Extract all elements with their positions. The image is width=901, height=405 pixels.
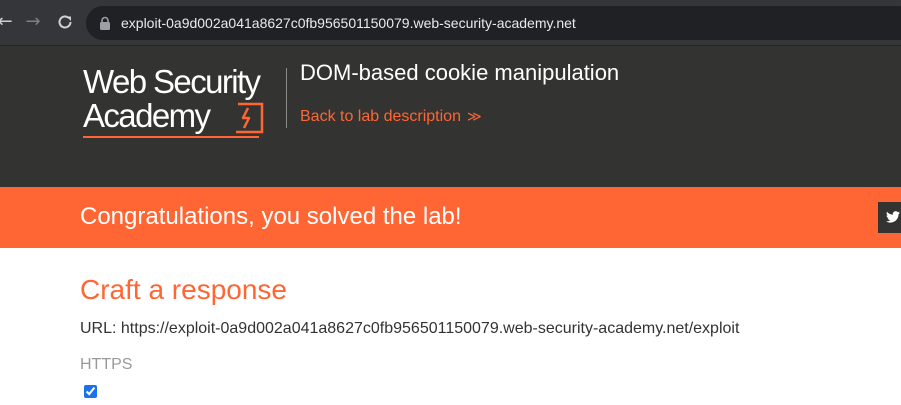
- lab-title: DOM-based cookie manipulation: [300, 60, 620, 85]
- https-checkbox[interactable]: [84, 385, 97, 398]
- solved-message: Congratulations, you solved the lab!: [80, 203, 462, 230]
- address-bar[interactable]: exploit-0a9d002a041a8627c0fb956501150079…: [86, 6, 901, 40]
- back-arrow-icon[interactable]: ←: [0, 11, 16, 33]
- header-divider: [286, 68, 287, 128]
- logo-text-line1: Web Security: [83, 63, 261, 100]
- web-security-academy-logo[interactable]: Web Security Academy: [80, 64, 280, 138]
- twitter-icon: [886, 211, 900, 223]
- double-chevron-right-icon: ≫: [466, 109, 482, 125]
- solved-banner: Congratulations, you solved the lab!: [0, 187, 901, 248]
- back-to-lab-description-link[interactable]: Back to lab description ≫: [300, 107, 482, 127]
- logo-text-line2: Academy: [83, 97, 211, 134]
- craft-response-heading: Craft a response: [80, 274, 287, 305]
- https-label: HTTPS: [80, 356, 133, 373]
- logo-underline: [83, 136, 259, 138]
- back-link-label[interactable]: Back to lab description: [300, 108, 461, 125]
- exploit-url-text: URL: https://exploit-0a9d002a041a8627c0f…: [80, 320, 740, 337]
- forward-arrow-icon[interactable]: →: [22, 11, 44, 33]
- share-twitter-button[interactable]: [878, 202, 901, 233]
- address-bar-url[interactable]: exploit-0a9d002a041a8627c0fb956501150079…: [121, 14, 576, 32]
- logo-lightning-icon: [236, 102, 264, 134]
- browser-toolbar: ← → exploit-0a9d002a041a8627c0fb95650115…: [0, 0, 901, 46]
- lock-icon[interactable]: [98, 16, 112, 30]
- reload-icon[interactable]: [54, 11, 76, 33]
- lab-header: Web Security Academy DOM-based cookie ma…: [0, 46, 901, 187]
